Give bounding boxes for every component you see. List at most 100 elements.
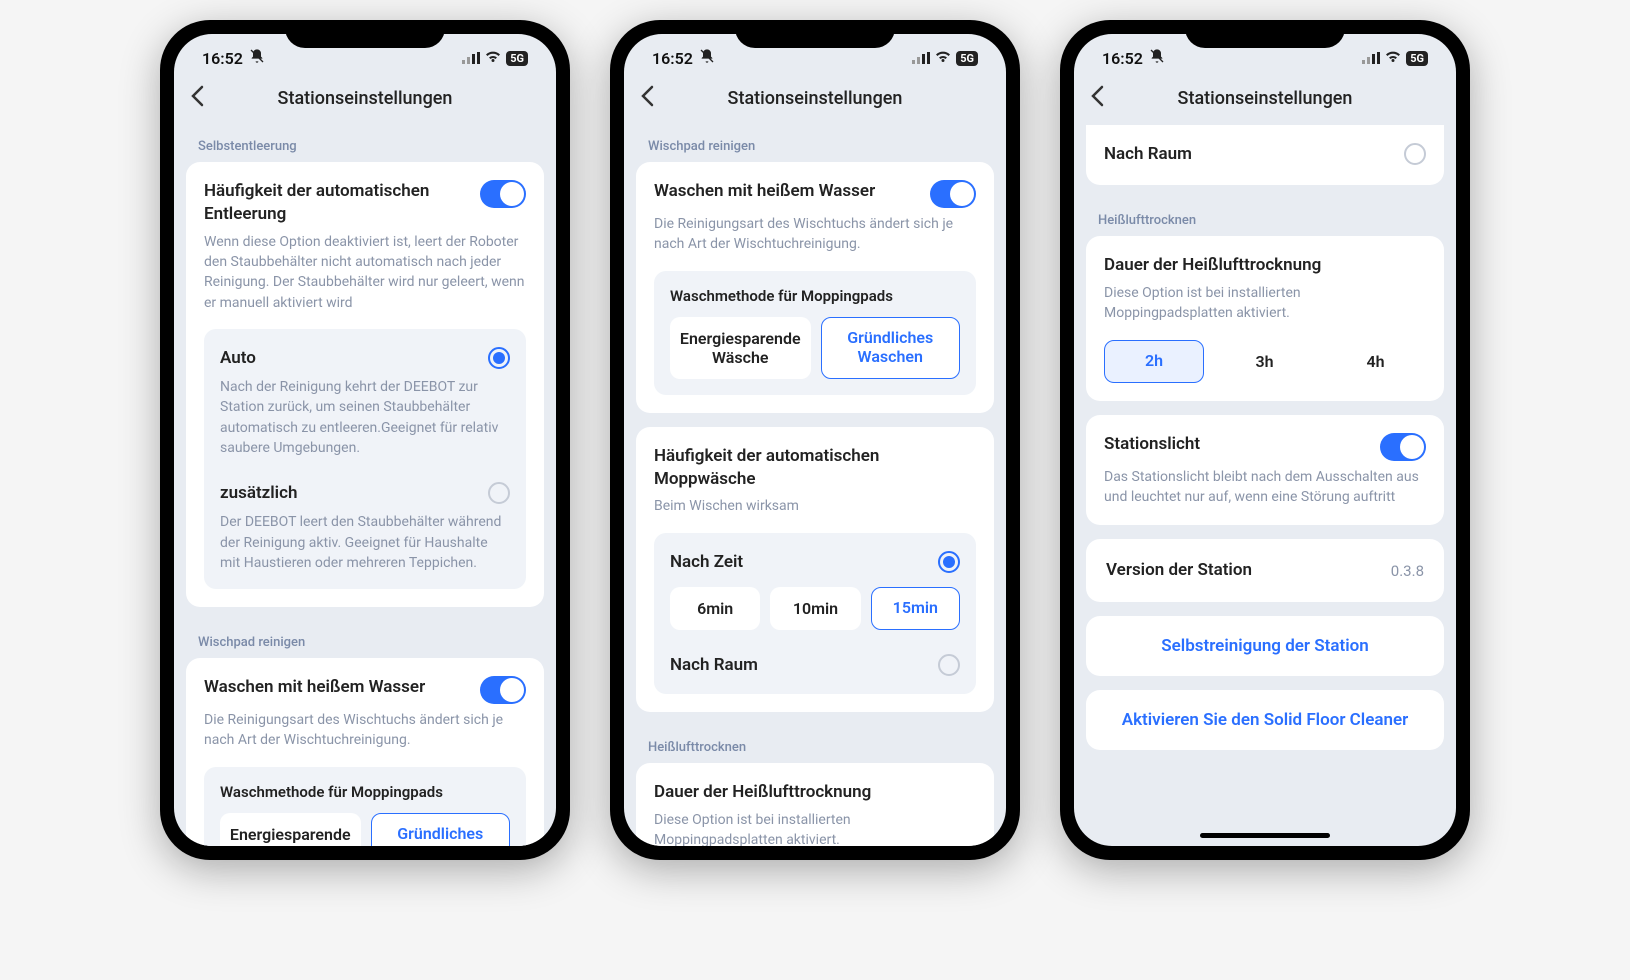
back-button[interactable] (640, 85, 654, 113)
status-time: 16:52 (1102, 49, 1143, 68)
mop-freq-card: Häufigkeit der automatischen Moppwäsche … (636, 427, 994, 712)
auto-empty-desc: Wenn diese Option deaktiviert ist, leert… (204, 232, 526, 313)
header: Stationseinstellungen (624, 76, 1006, 125)
content-2[interactable]: Wischpad reinigen Waschen mit heißem Was… (624, 125, 1006, 846)
station-light-toggle[interactable] (1380, 433, 1426, 461)
section-mop-clean: Wischpad reinigen (636, 125, 994, 162)
content-1[interactable]: Selbstentleerung Häufigkeit der automati… (174, 125, 556, 846)
mop-freq-title: Häufigkeit der automatischen Moppwäsche (654, 445, 976, 491)
status-time: 16:52 (652, 49, 693, 68)
dry-desc: Diese Option ist bei installierten Moppi… (1104, 283, 1426, 324)
screen-1: 16:52 5G Stationseinstellungen Selbstent… (174, 34, 556, 846)
auto-radio[interactable] (488, 347, 510, 369)
wash-method-group: Waschmethode für Moppingpads Energiespar… (204, 767, 526, 846)
content-3[interactable]: Nach Raum Heißlufttrocknen Dauer der Hei… (1074, 125, 1456, 846)
auto-empty-title: Häufigkeit der automatischen Entleerung (204, 180, 468, 226)
page-title: Stationseinstellungen (190, 88, 540, 109)
auto-option[interactable]: Auto Nach der Reinigung kehrt der DEEBOT… (204, 329, 526, 589)
wash-method-label: Waschmethode für Moppingpads (220, 783, 510, 801)
wash-thorough[interactable]: Gründliches (371, 813, 511, 846)
extra-radio[interactable] (488, 482, 510, 504)
wash-method-group: Waschmethode für Moppingpads Energiespar… (654, 271, 976, 395)
bell-muted-icon (1149, 48, 1165, 68)
station-light-desc: Das Stationslicht bleibt nach dem Aussch… (1104, 467, 1426, 508)
wash-thorough[interactable]: Gründliches Waschen (821, 317, 961, 379)
dry-title: Dauer der Heißlufttrocknung (1104, 254, 1426, 277)
auto-option-title: Auto (220, 348, 256, 368)
network-badge: 5G (1406, 51, 1428, 66)
extra-option-desc: Der DEEBOT leert den Staubbehälter währe… (220, 512, 510, 573)
dry-4h[interactable]: 4h (1325, 340, 1426, 383)
notch (1185, 20, 1345, 48)
hot-wash-card: Waschen mit heißem Wasser Die Reinigungs… (186, 658, 544, 846)
wash-method-label: Waschmethode für Moppingpads (670, 287, 960, 305)
dry-title: Dauer der Heißlufttrocknung (654, 781, 976, 804)
station-light-card: Stationslicht Das Stationslicht bleibt n… (1086, 415, 1444, 526)
status-time: 16:52 (202, 49, 243, 68)
section-mop-clean: Wischpad reinigen (186, 621, 544, 658)
hot-wash-title: Waschen mit heißem Wasser (654, 180, 875, 203)
signal-icon (462, 49, 480, 68)
notch (735, 20, 895, 48)
page-title: Stationseinstellungen (640, 88, 990, 109)
dry-card: Dauer der Heißlufttrocknung Diese Option… (1086, 236, 1444, 401)
auto-option-desc: Nach der Reinigung kehrt der DEEBOT zur … (220, 377, 510, 458)
hot-wash-desc: Die Reinigungsart des Wischtuchs ändert … (654, 214, 976, 255)
section-dry: Heißlufttrocknen (1086, 199, 1444, 236)
auto-empty-toggle[interactable] (480, 180, 526, 208)
wifi-icon (484, 49, 502, 68)
section-dry: Heißlufttrocknen (636, 726, 994, 763)
dry-2h[interactable]: 2h (1104, 340, 1204, 383)
mop-freq-options: Nach Zeit 6min 10min 15min Nach Raum (654, 533, 976, 694)
screen-3: 16:52 5G Stationseinstellungen Nach Raum… (1074, 34, 1456, 846)
by-room-radio[interactable] (938, 654, 960, 676)
by-room-card-cut: Nach Raum (1086, 125, 1444, 185)
dry-desc: Diese Option ist bei installierten Moppi… (654, 810, 976, 846)
header: Stationseinstellungen (174, 76, 556, 125)
back-button[interactable] (190, 85, 204, 113)
hot-wash-card: Waschen mit heißem Wasser Die Reinigungs… (636, 162, 994, 413)
station-light-title: Stationslicht (1104, 433, 1200, 456)
network-badge: 5G (956, 51, 978, 66)
dry-options: 2h 3h 4h (1104, 340, 1426, 383)
wash-energy-saving[interactable]: Energiesparende Wäsche (670, 317, 811, 379)
dry-3h[interactable]: 3h (1214, 340, 1315, 383)
extra-option-title: zusätzlich (220, 483, 297, 503)
wifi-icon (934, 49, 952, 68)
hot-wash-desc: Die Reinigungsart des Wischtuchs ändert … (204, 710, 526, 751)
wash-energy-saving[interactable]: Energiesparende (220, 813, 361, 846)
back-button[interactable] (1090, 85, 1104, 113)
mop-freq-desc: Beim Wischen wirksam (654, 496, 976, 516)
hot-wash-toggle[interactable] (930, 180, 976, 208)
notch (285, 20, 445, 48)
page-title: Stationseinstellungen (1090, 88, 1440, 109)
time-6min[interactable]: 6min (670, 587, 760, 630)
home-indicator[interactable] (1200, 833, 1330, 838)
by-room-radio[interactable] (1404, 143, 1426, 165)
hot-wash-title: Waschen mit heißem Wasser (204, 676, 425, 699)
network-badge: 5G (506, 51, 528, 66)
bell-muted-icon (699, 48, 715, 68)
dry-card-cut: Dauer der Heißlufttrocknung Diese Option… (636, 763, 994, 846)
time-15min[interactable]: 15min (871, 587, 960, 630)
hot-wash-toggle[interactable] (480, 676, 526, 704)
by-room-label: Nach Raum (670, 655, 758, 675)
by-room-label: Nach Raum (1104, 144, 1192, 164)
wifi-icon (1384, 49, 1402, 68)
version-value: 0.3.8 (1391, 562, 1424, 580)
phone-frame-3: 16:52 5G Stationseinstellungen Nach Raum… (1060, 20, 1470, 860)
self-clean-button[interactable]: Selbstreinigung der Station (1086, 616, 1444, 676)
station-version-row[interactable]: Version der Station 0.3.8 (1086, 539, 1444, 602)
section-self-empty: Selbstentleerung (186, 125, 544, 162)
signal-icon (1362, 49, 1380, 68)
phone-frame-1: 16:52 5G Stationseinstellungen Selbstent… (160, 20, 570, 860)
auto-empty-card: Häufigkeit der automatischen Entleerung … (186, 162, 544, 607)
by-time-radio[interactable] (938, 551, 960, 573)
by-time-label: Nach Zeit (670, 552, 743, 572)
version-label: Version der Station (1106, 559, 1252, 582)
screen-2: 16:52 5G Stationseinstellungen Wischpad … (624, 34, 1006, 846)
time-10min[interactable]: 10min (770, 587, 860, 630)
bell-muted-icon (249, 48, 265, 68)
activate-solid-cleaner-button[interactable]: Aktivieren Sie den Solid Floor Cleaner (1086, 690, 1444, 750)
signal-icon (912, 49, 930, 68)
